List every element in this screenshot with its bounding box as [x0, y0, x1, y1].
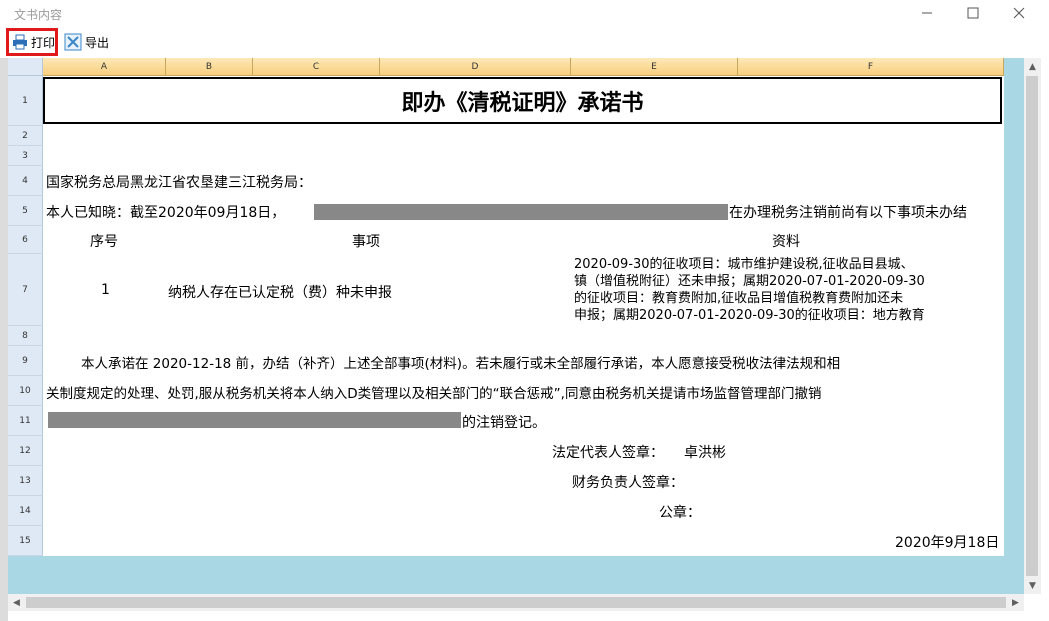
- print-label: 打印: [31, 35, 56, 50]
- maximize-icon: [967, 7, 979, 19]
- close-button[interactable]: [996, 0, 1042, 26]
- header-serial: 序号: [90, 234, 118, 250]
- row-header-3[interactable]: 3: [8, 146, 43, 166]
- column-header-e[interactable]: E: [571, 58, 738, 76]
- row-header-14[interactable]: 14: [8, 496, 43, 526]
- maximize-button[interactable]: [950, 0, 996, 26]
- window-title: 文书内容: [14, 8, 63, 22]
- horizontal-scroll-thumb[interactable]: [26, 597, 1006, 608]
- row-header-2[interactable]: 2: [8, 126, 43, 146]
- row-header-15[interactable]: 15: [8, 526, 43, 556]
- spreadsheet: A B C D E F 1 2 3 4 5 6 7 8 9 10 11 12 1…: [8, 58, 1004, 556]
- item-info-line-1: 2020-09-30的征收项目：城市维护建设税,征收品目县城、: [574, 257, 914, 272]
- print-button[interactable]: 打印: [6, 28, 58, 56]
- document-title: 即办《清税证明》承诺书: [401, 89, 644, 116]
- document-viewport[interactable]: A B C D E F 1 2 3 4 5 6 7 8 9 10 11 12 1…: [8, 58, 1024, 594]
- row-header-5[interactable]: 5: [8, 196, 43, 226]
- column-header-d[interactable]: D: [380, 58, 571, 76]
- finance-head-label: 财务负责人签章：: [572, 475, 684, 491]
- header-materials: 资料: [772, 234, 800, 250]
- row-header-12[interactable]: 12: [8, 436, 43, 466]
- item-info-line-4: 申报；属期2020-07-01-2020-09-30的征收项目：地方教育: [574, 308, 925, 323]
- export-label: 导出: [85, 35, 110, 50]
- item-info-line-3: 的征收项目：教育费附加,征收品目增值税教育费附加还未: [574, 291, 904, 306]
- printer-icon: [13, 34, 27, 50]
- minimize-icon: [922, 12, 932, 14]
- row-header-8[interactable]: 8: [8, 326, 43, 346]
- commitment-line-3: 的注销登记。: [462, 415, 546, 431]
- legal-rep-name: 卓洪彬: [684, 445, 726, 461]
- row-header-6[interactable]: 6: [8, 226, 43, 254]
- export-button[interactable]: 导出: [64, 30, 109, 54]
- signing-date: 2020年9月18日: [895, 535, 1000, 551]
- chevron-left-icon: ◀: [13, 597, 20, 608]
- row-header-4[interactable]: 4: [8, 166, 43, 196]
- redacted-taxpayer-name: [48, 412, 461, 428]
- redacted-company-name: [314, 204, 728, 220]
- title-cell: 即办《清税证明》承诺书: [43, 77, 1002, 124]
- select-all-corner[interactable]: [8, 58, 43, 76]
- minimize-button[interactable]: [904, 0, 950, 26]
- row-header-1[interactable]: 1: [8, 76, 43, 126]
- addressee: 国家税务总局黑龙江省农垦建三江税务局：: [46, 175, 312, 191]
- vertical-scrollbar[interactable]: ▲ ▼: [1024, 58, 1041, 594]
- column-header-f[interactable]: F: [738, 58, 1004, 76]
- item-matter: 纳税人存在已认定税（费）种未申报: [168, 285, 392, 301]
- row-header-10[interactable]: 10: [8, 376, 43, 406]
- scroll-down-button[interactable]: ▼: [1024, 577, 1041, 594]
- toolbar: 打印 导出: [0, 26, 1049, 59]
- commitment-line-1: 本人承诺在 2020-12-18 前，办结（补齐）上述全部事项(材料)。若未履行…: [81, 356, 841, 372]
- item-info-line-2: 镇（增值税附征）还未申报；属期2020-07-01-2020-09-30: [574, 274, 925, 289]
- row-header-9[interactable]: 9: [8, 346, 43, 376]
- vertical-scroll-thumb[interactable]: [1026, 76, 1038, 576]
- scroll-right-button[interactable]: ▶: [1007, 594, 1024, 611]
- title-bar: 文书内容: [0, 0, 1049, 26]
- horizontal-scrollbar[interactable]: ◀ ▶: [8, 594, 1024, 611]
- row-header-7[interactable]: 7: [8, 254, 43, 326]
- notice-prefix: 本人已知晓：截至2020年09月18日，: [46, 205, 286, 221]
- row-header-13[interactable]: 13: [8, 466, 43, 496]
- chevron-up-icon: ▲: [1029, 61, 1036, 72]
- header-matter: 事项: [352, 234, 380, 250]
- seal-label: 公章：: [659, 505, 701, 521]
- row-header-11[interactable]: 11: [8, 406, 43, 436]
- close-icon: [1013, 7, 1025, 19]
- export-icon: [64, 33, 82, 51]
- scroll-left-button[interactable]: ◀: [8, 594, 25, 611]
- chevron-right-icon: ▶: [1012, 597, 1019, 608]
- chevron-down-icon: ▼: [1029, 580, 1036, 591]
- notice-suffix: 在办理税务注销前尚有以下事项未办结: [729, 205, 967, 221]
- column-header-b[interactable]: B: [166, 58, 253, 76]
- legal-rep-label: 法定代表人签章：: [552, 445, 664, 461]
- column-header-a[interactable]: A: [43, 58, 166, 76]
- commitment-line-2: 关制度规定的处理、处罚,服从税务机关将本人纳入D类管理以及相关部门的“联合惩戒”…: [46, 386, 822, 402]
- left-border: [0, 58, 8, 621]
- scroll-up-button[interactable]: ▲: [1024, 58, 1041, 75]
- item-number: 1: [101, 282, 110, 298]
- right-border: [1041, 58, 1049, 621]
- column-header-c[interactable]: C: [253, 58, 380, 76]
